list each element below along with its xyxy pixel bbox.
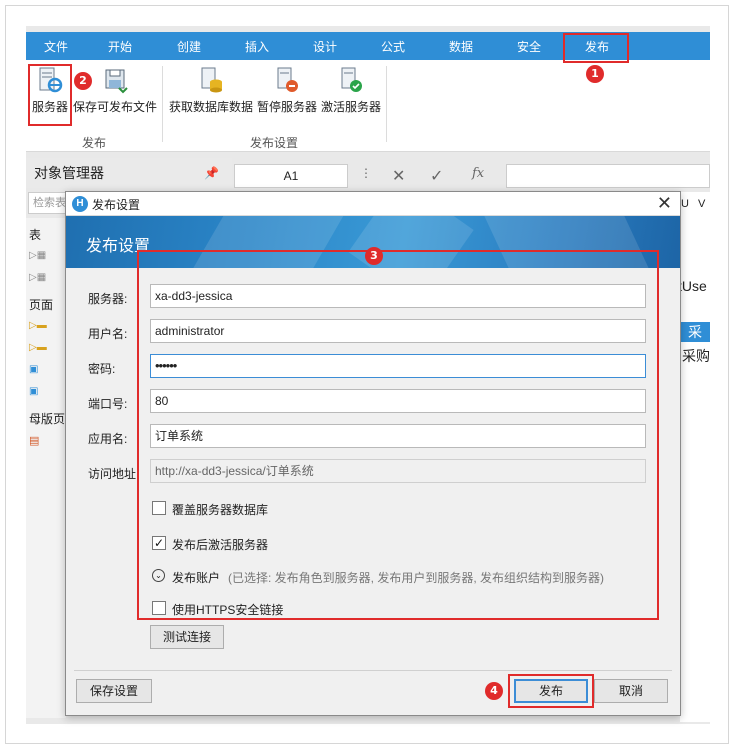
confirm-icon[interactable]: ✓ bbox=[430, 166, 443, 186]
column-header-u: U bbox=[681, 198, 689, 210]
close-icon[interactable]: ✕ bbox=[657, 193, 672, 213]
tab-file[interactable]: 文件 bbox=[28, 32, 84, 60]
highlight-publish-tab bbox=[563, 33, 629, 63]
highlight-publish-button bbox=[508, 674, 594, 708]
pause-server-button[interactable]: 暂停服务器 bbox=[256, 66, 318, 122]
step-badge-2: 2 bbox=[74, 72, 92, 90]
dialog-footer-divider bbox=[74, 670, 672, 671]
pause-server-icon bbox=[274, 66, 300, 94]
activate-server-icon bbox=[338, 66, 364, 94]
step-badge-3: 3 bbox=[365, 247, 383, 265]
function-icon[interactable]: fx bbox=[472, 166, 484, 181]
selected-cell[interactable]: 采 bbox=[680, 322, 710, 342]
app-name-label: 应用名: bbox=[88, 432, 128, 446]
formula-input[interactable] bbox=[506, 164, 710, 188]
object-tree: 表 ▷▦ ▷▦ 页面 ▷▬ ▷▬ ▣ ▣ 母版页 ▤ bbox=[26, 218, 66, 718]
get-db-data-button[interactable]: 获取数据库数据 bbox=[168, 66, 254, 122]
cell-text: tUse bbox=[678, 278, 707, 294]
master-page-icon[interactable]: ▤ bbox=[29, 434, 39, 447]
activate-server-button[interactable]: 激活服务器 bbox=[320, 66, 382, 122]
get-db-data-label: 获取数据库数据 bbox=[168, 100, 253, 114]
username-label: 用户名: bbox=[88, 327, 128, 341]
save-settings-button[interactable]: 保存设置 bbox=[76, 679, 152, 703]
cancel-icon[interactable]: ✕ bbox=[392, 166, 405, 186]
step-badge-1: 1 bbox=[586, 65, 604, 83]
cell-reference-box[interactable]: A1 bbox=[234, 164, 348, 188]
dialog-title: 发布设置 bbox=[92, 198, 141, 212]
tab-insert[interactable]: 插入 bbox=[229, 32, 285, 60]
tab-home[interactable]: 开始 bbox=[92, 32, 148, 60]
group-divider bbox=[386, 66, 387, 142]
tree-section-tables: 表 bbox=[29, 228, 42, 242]
table-item-icon[interactable]: ▷▦ bbox=[29, 272, 46, 283]
ribbon-body: 服务器 保存可发布文件 发布 获取数据库数据 暂停服务器 激活服务器 发布设置 bbox=[26, 60, 710, 152]
save-publishable-label: 保存可发布文件 bbox=[72, 100, 157, 114]
server-label: 服务器: bbox=[88, 292, 128, 306]
test-connection-button[interactable]: 测试连接 bbox=[150, 625, 224, 649]
database-import-icon bbox=[198, 66, 224, 94]
tab-formula[interactable]: 公式 bbox=[365, 32, 421, 60]
page-icon[interactable]: ▣ bbox=[29, 364, 38, 375]
tab-data[interactable]: 数据 bbox=[433, 32, 489, 60]
step-badge-4: 4 bbox=[485, 682, 503, 700]
highlight-server-button bbox=[28, 64, 72, 126]
group-label-publish: 发布 bbox=[82, 136, 107, 150]
cell-text: 采购 bbox=[682, 348, 710, 364]
access-url-label: 访问地址: bbox=[88, 467, 140, 481]
object-search-input[interactable]: 检索表 bbox=[28, 192, 68, 214]
cancel-button[interactable]: 取消 bbox=[594, 679, 668, 703]
folder-icon[interactable]: ▷▬ bbox=[29, 320, 47, 331]
pin-icon[interactable]: 📌 bbox=[204, 158, 219, 188]
more-icon[interactable]: ⋮ bbox=[360, 166, 372, 180]
highlight-form-region bbox=[137, 250, 659, 620]
tab-security[interactable]: 安全 bbox=[501, 32, 557, 60]
pause-server-label: 暂停服务器 bbox=[256, 100, 317, 114]
app-logo-icon: H bbox=[72, 196, 88, 212]
tab-design[interactable]: 设计 bbox=[297, 32, 353, 60]
page-icon[interactable]: ▣ bbox=[29, 386, 38, 397]
table-item-icon[interactable]: ▷▦ bbox=[29, 250, 46, 261]
object-manager-header: 对象管理器 📌 bbox=[26, 158, 232, 188]
password-label: 密码: bbox=[88, 362, 116, 376]
group-divider bbox=[162, 66, 163, 142]
column-header-v: V bbox=[698, 198, 706, 210]
worksheet-area[interactable] bbox=[680, 192, 710, 722]
port-label: 端口号: bbox=[88, 397, 128, 411]
folder-icon[interactable]: ▷▬ bbox=[29, 342, 47, 353]
activate-server-label: 激活服务器 bbox=[320, 100, 381, 114]
group-label-publish-settings: 发布设置 bbox=[250, 136, 299, 150]
tree-section-pages: 页面 bbox=[29, 298, 54, 312]
tab-create[interactable]: 创建 bbox=[161, 32, 217, 60]
save-disk-icon bbox=[102, 66, 128, 94]
tree-section-master: 母版页 bbox=[29, 412, 66, 426]
dialog-titlebar: H 发布设置 ✕ bbox=[66, 192, 680, 216]
object-manager-title: 对象管理器 bbox=[34, 165, 104, 181]
